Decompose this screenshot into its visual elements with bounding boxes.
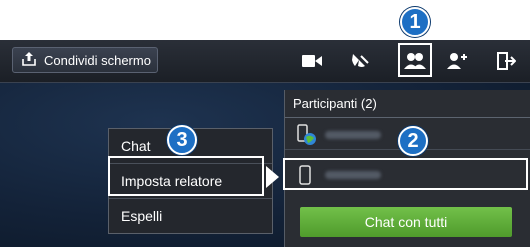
participant-name-blurred xyxy=(325,131,381,139)
callout-2-badge: 2 xyxy=(398,126,428,156)
top-toolbar: Condividi schermo xyxy=(0,40,530,83)
share-screen-label: Condividi schermo xyxy=(44,52,151,68)
device-internet-icon xyxy=(297,124,317,151)
menu-item-expel[interactable]: Espelli xyxy=(109,199,272,233)
callout-3-badge: 3 xyxy=(167,125,197,155)
end-call-icon[interactable] xyxy=(348,49,372,73)
add-participant-icon[interactable] xyxy=(445,49,469,73)
participants-title: Participanti (2) xyxy=(293,96,377,111)
share-screen-button[interactable]: Condividi schermo xyxy=(12,47,158,73)
share-icon xyxy=(21,51,37,70)
panel-divider xyxy=(285,117,530,118)
chat-all-button[interactable]: Chat con tutti xyxy=(300,207,512,237)
video-camera-icon[interactable] xyxy=(300,49,324,73)
participants-icon[interactable] xyxy=(403,49,427,73)
selected-participant-highlight xyxy=(283,158,528,190)
selected-menu-item-highlight xyxy=(108,156,264,196)
pointer-arrow xyxy=(266,166,279,188)
callout-1-badge: 1 xyxy=(400,7,430,37)
exit-icon[interactable] xyxy=(494,49,518,73)
